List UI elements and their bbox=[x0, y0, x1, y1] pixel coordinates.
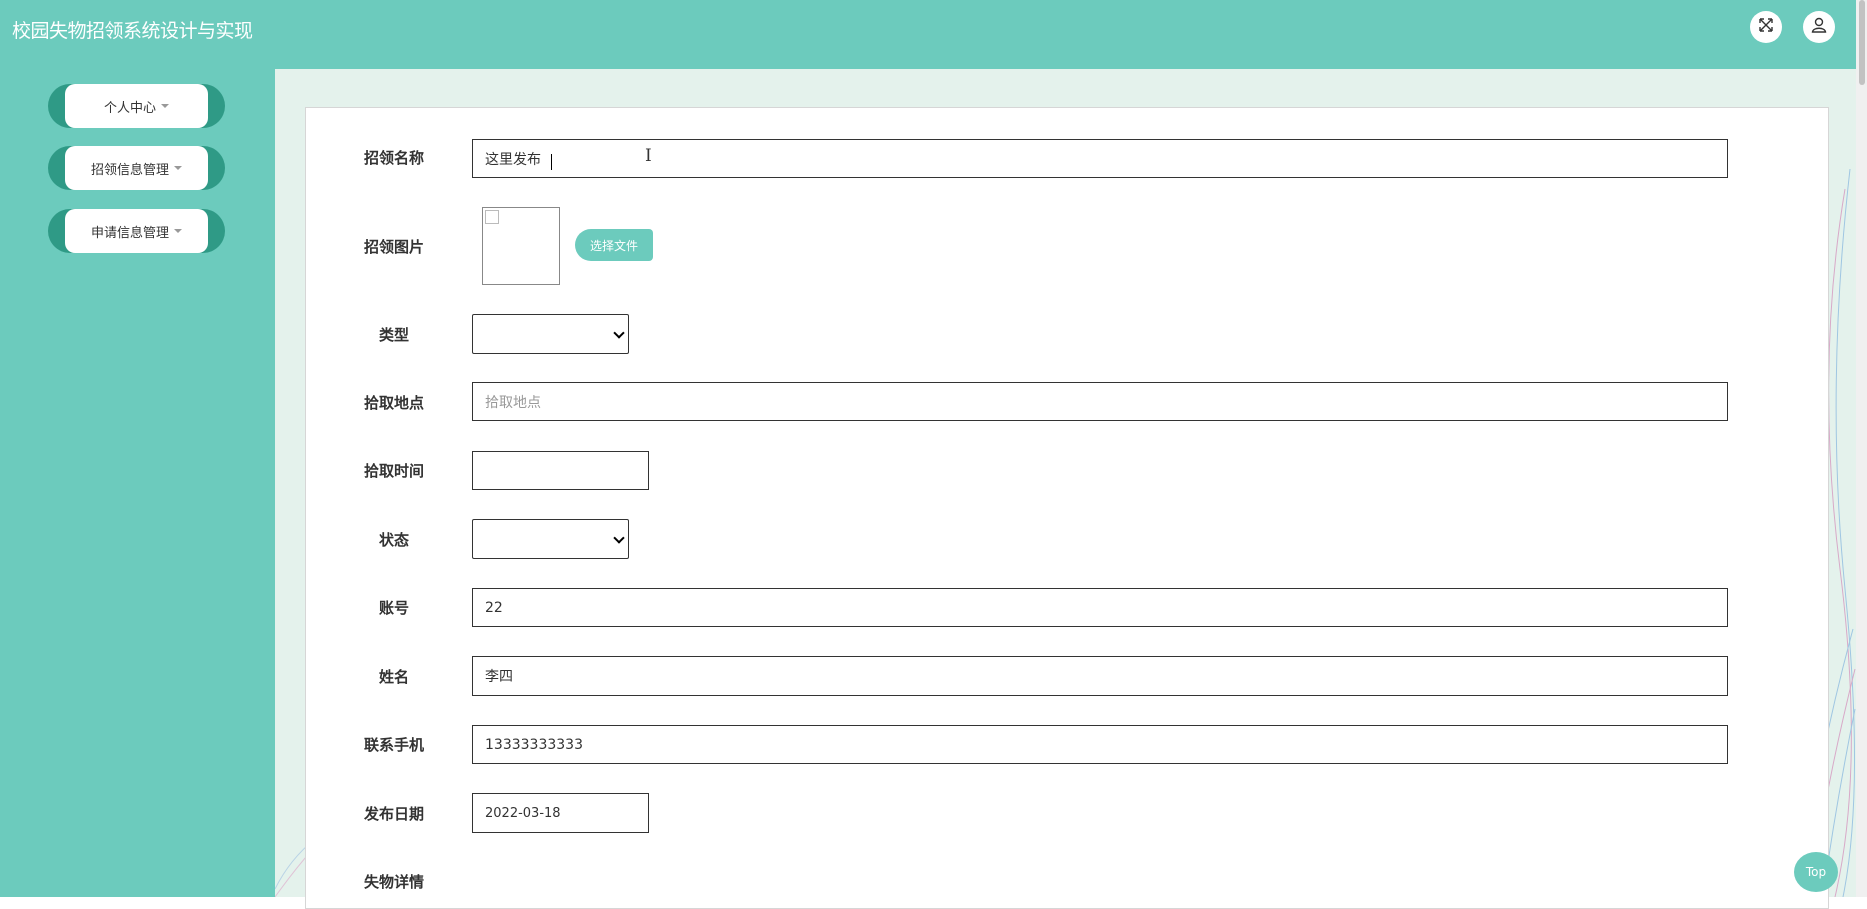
sidebar-item-application-info[interactable]: 申请信息管理 bbox=[48, 209, 225, 253]
page-scrollbar[interactable] bbox=[1856, 0, 1867, 897]
name-label: 招领名称 bbox=[363, 149, 424, 167]
pickup-time-label: 拾取时间 bbox=[363, 462, 424, 480]
location-label: 拾取地点 bbox=[363, 394, 424, 412]
chevron-down-icon bbox=[174, 229, 182, 233]
name-input[interactable]: 这里发布 bbox=[472, 139, 1728, 178]
fullscreen-button[interactable] bbox=[1750, 11, 1782, 43]
type-label: 类型 bbox=[378, 326, 409, 344]
expand-arrows-icon bbox=[1758, 17, 1774, 37]
sidebar-item-label: 个人中心 bbox=[103, 100, 156, 116]
phone-label: 联系手机 bbox=[363, 736, 424, 754]
publish-date-label: 发布日期 bbox=[363, 805, 424, 823]
status-label: 状态 bbox=[378, 531, 409, 549]
person-name-input[interactable]: 李四 bbox=[472, 656, 1728, 696]
i-beam-cursor-icon: I bbox=[645, 146, 652, 166]
image-label: 招领图片 bbox=[363, 238, 424, 256]
status-select[interactable] bbox=[472, 519, 629, 559]
back-to-top-button[interactable]: Top bbox=[1794, 852, 1838, 892]
account-input[interactable]: 22 bbox=[472, 588, 1728, 627]
app-title: 校园失物招领系统设计与实现 bbox=[12, 20, 253, 42]
location-input[interactable]: 拾取地点 bbox=[472, 382, 1728, 421]
top-header: 校园失物招领系统设计与实现 bbox=[0, 0, 1856, 69]
choose-file-button[interactable]: 选择文件 bbox=[575, 229, 653, 261]
user-icon bbox=[1810, 16, 1828, 38]
phone-input[interactable]: 13333333333 bbox=[472, 725, 1728, 764]
text-caret bbox=[550, 151, 552, 170]
details-label: 失物详情 bbox=[363, 873, 424, 891]
chevron-down-icon bbox=[161, 104, 169, 108]
type-select[interactable] bbox=[472, 314, 629, 354]
sidebar-item-claim-info[interactable]: 招领信息管理 bbox=[48, 146, 225, 190]
scrollbar-thumb[interactable] bbox=[1859, 0, 1865, 85]
chevron-down-icon bbox=[613, 532, 625, 544]
sidebar-item-label: 申请信息管理 bbox=[90, 225, 169, 241]
user-profile-button[interactable] bbox=[1803, 11, 1835, 43]
pickup-time-input[interactable] bbox=[472, 451, 649, 490]
chevron-down-icon bbox=[613, 327, 625, 339]
image-preview bbox=[482, 207, 560, 285]
chevron-down-icon bbox=[174, 166, 182, 170]
publish-date-input[interactable]: 2022-03-18 bbox=[472, 793, 649, 833]
sidebar-item-label: 招领信息管理 bbox=[90, 162, 169, 178]
account-label: 账号 bbox=[378, 599, 409, 617]
sidebar-item-personal-center[interactable]: 个人中心 bbox=[48, 84, 225, 128]
person-name-label: 姓名 bbox=[378, 668, 409, 686]
broken-image-icon bbox=[485, 210, 499, 224]
sidebar: 个人中心 招领信息管理 申请信息管理 bbox=[0, 69, 275, 897]
